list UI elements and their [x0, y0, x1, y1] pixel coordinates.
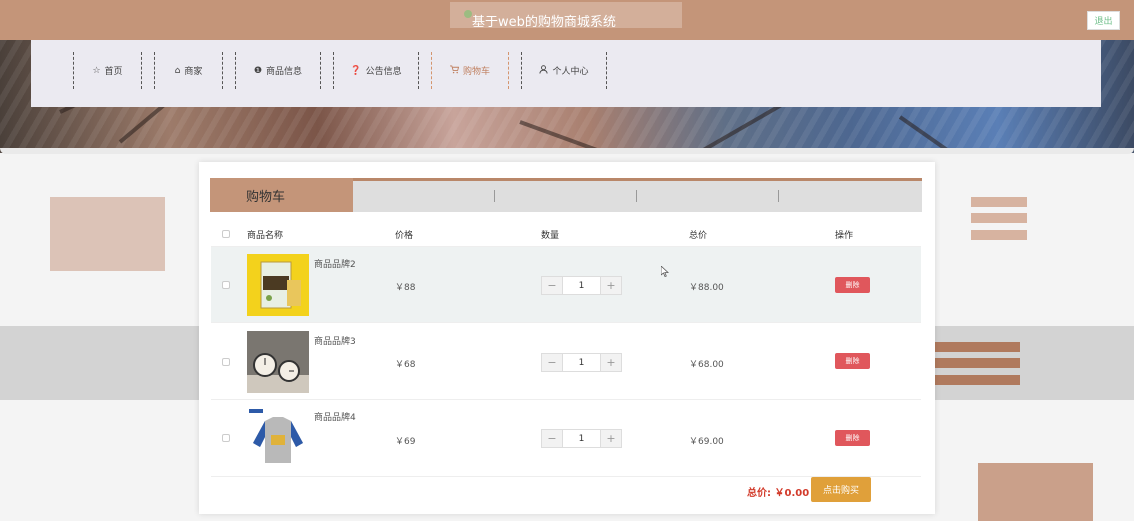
column-header-qty: 数量 [541, 231, 560, 241]
tab-cart[interactable]: 购物车 [210, 178, 353, 212]
quantity-stepper: − 1 + [541, 276, 622, 295]
product-name: 商品品牌2 [314, 260, 356, 270]
status-dot-icon [464, 10, 472, 18]
plus-button[interactable]: + [601, 354, 621, 371]
product-image[interactable] [247, 254, 309, 316]
nav-item-label: 首页 [104, 67, 123, 77]
product-price: ￥69 [395, 437, 416, 447]
delete-button[interactable]: 删除 [835, 277, 870, 293]
nav-item-merchant[interactable]: ⌂ 商家 [155, 52, 222, 89]
decor-bar [935, 375, 1020, 385]
star-icon: ☆ [92, 65, 101, 76]
row-total: ￥88.00 [689, 283, 724, 293]
minus-button[interactable]: − [542, 430, 562, 447]
column-header-name: 商品名称 [247, 231, 284, 241]
tab-divider [636, 190, 637, 202]
logout-button[interactable]: 退出 [1087, 11, 1120, 30]
product-price: ￥68 [395, 360, 416, 370]
user-icon [539, 64, 549, 77]
row-total: ￥69.00 [689, 437, 724, 447]
decor-bar [935, 358, 1020, 368]
minus-button[interactable]: − [542, 277, 562, 294]
cart-total-value: ￥0.00 [774, 488, 810, 499]
quantity-input[interactable]: 1 [562, 277, 601, 294]
row-checkbox[interactable] [222, 281, 230, 289]
quantity-stepper: − 1 + [541, 353, 622, 372]
product-image[interactable] [247, 407, 309, 469]
decor-bar [971, 230, 1027, 240]
product-name: 商品品牌3 [314, 337, 356, 347]
nav-divider [418, 52, 419, 89]
product-price: ￥88 [395, 283, 416, 293]
decor-bar [935, 342, 1020, 352]
question-icon: ❓ [350, 65, 362, 76]
quantity-input[interactable]: 1 [562, 354, 601, 371]
nav-item-label: 个人中心 [552, 67, 589, 77]
site-title: 基于web的购物商城系统 [472, 15, 616, 30]
cart-total: 总价: ￥0.00 [747, 484, 809, 499]
nav-item-announcements[interactable]: ❓ 公告信息 [334, 52, 418, 89]
nav-item-profile[interactable]: 个人中心 [522, 52, 606, 89]
nav-divider [141, 52, 142, 89]
nav-divider [320, 52, 321, 89]
column-header-price: 价格 [395, 231, 414, 241]
nav-item-label: 购物车 [462, 67, 490, 77]
nav-item-label: 商家 [184, 67, 203, 77]
banner-edge [0, 148, 1134, 154]
product-image[interactable] [247, 331, 309, 393]
minus-button[interactable]: − [542, 354, 562, 371]
nav-item-home[interactable]: ☆ 首页 [74, 52, 141, 89]
home-icon: ⌂ [174, 65, 181, 76]
delete-button[interactable]: 删除 [835, 353, 870, 369]
tab-divider [494, 190, 495, 202]
cart-icon [449, 64, 460, 77]
nav-item-cart[interactable]: 购物车 [432, 52, 508, 89]
column-header-total: 总价 [689, 231, 708, 241]
quantity-stepper: − 1 + [541, 429, 622, 448]
nav-divider [606, 52, 607, 89]
decor-bar [971, 213, 1027, 223]
product-name: 商品品牌4 [314, 413, 356, 423]
cart-total-label: 总价: [747, 488, 771, 499]
nav-divider [222, 52, 223, 89]
plus-button[interactable]: + [601, 430, 621, 447]
quantity-input[interactable]: 1 [562, 430, 601, 447]
nav-item-label: 公告信息 [365, 67, 402, 77]
info-icon: ❶ [253, 65, 263, 76]
column-header-action: 操作 [835, 231, 854, 241]
row-checkbox[interactable] [222, 434, 230, 442]
select-all-checkbox[interactable] [222, 230, 230, 238]
nav-item-label: 商品信息 [266, 67, 303, 77]
delete-button[interactable]: 删除 [835, 430, 870, 446]
decor-block [978, 463, 1093, 521]
tab-divider [778, 190, 779, 202]
row-checkbox[interactable] [222, 358, 230, 366]
row-total: ￥68.00 [689, 360, 724, 370]
mouse-cursor-icon [660, 265, 670, 280]
buy-button[interactable]: 点击购买 [811, 477, 871, 502]
plus-button[interactable]: + [601, 277, 621, 294]
decor-block [50, 197, 165, 271]
nav-divider [508, 52, 509, 89]
nav-item-products[interactable]: ❶ 商品信息 [236, 52, 320, 89]
decor-bar [971, 197, 1027, 207]
